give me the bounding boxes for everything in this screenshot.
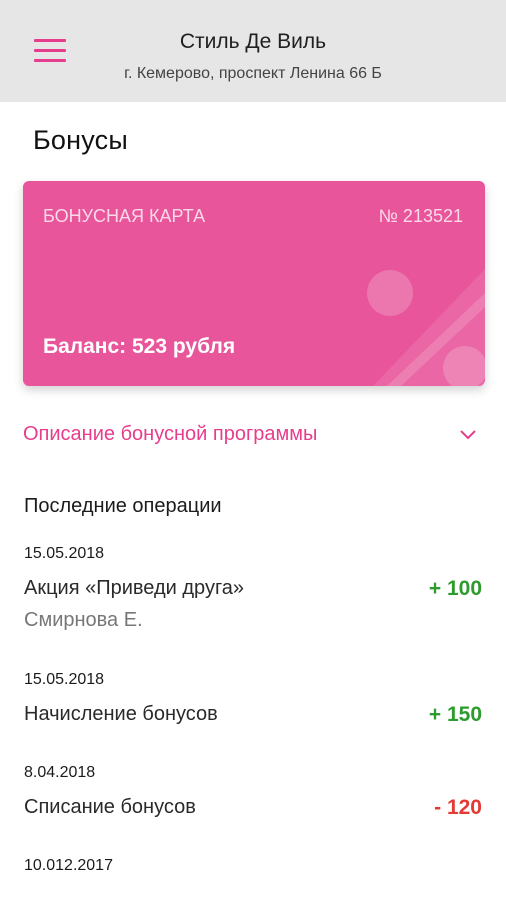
operation-title: Акция «Приведи друга» — [24, 577, 245, 599]
operation-amount: + 150 — [428, 703, 482, 726]
chevron-down-icon — [460, 430, 476, 440]
operation-item: 8.04.2018 Списание бонусов - 120 — [24, 764, 482, 819]
operation-title: Начисление бонусов — [24, 703, 218, 725]
operations-heading: Последние операции — [24, 495, 222, 517]
operation-title: Списание бонусов — [24, 796, 196, 818]
card-balance: Баланс: 523 рубля — [43, 335, 236, 358]
operation-subtitle: Смирнова Е. — [24, 609, 143, 631]
operation-item: 15.05.2018 Акция «Приведи друга» Смирнов… — [24, 545, 482, 631]
operation-date: 10.012.2017 — [24, 857, 113, 874]
operation-item: 15.05.2018 Начисление бонусов + 150 — [24, 671, 482, 726]
operation-amount: + 100 — [428, 577, 482, 600]
operation-date: 15.05.2018 — [24, 545, 105, 562]
bonus-program-description-toggle[interactable]: Описание бонусной программы — [23, 423, 483, 453]
page-title: Бонусы — [33, 125, 128, 155]
card-label: БОНУСНАЯ КАРТА — [43, 206, 206, 226]
operation-date: 15.05.2018 — [24, 671, 105, 688]
card-number: № 213521 — [378, 206, 463, 226]
app-header: Стиль Де Виль г. Кемерово, проспект Лени… — [0, 0, 506, 102]
operation-amount: - 120 — [434, 796, 482, 819]
shop-name: Стиль Де Виль — [179, 30, 327, 53]
operation-date: 8.04.2018 — [24, 764, 96, 781]
bonus-program-description-label: Описание бонусной программы — [23, 423, 318, 445]
bonus-card: БОНУСНАЯ КАРТА № 213521 Баланс: 523 рубл… — [23, 181, 485, 386]
shop-address: г. Кемерово, проспект Ленина 66 Б — [124, 65, 382, 82]
operation-item: 10.012.2017 — [24, 857, 482, 875]
